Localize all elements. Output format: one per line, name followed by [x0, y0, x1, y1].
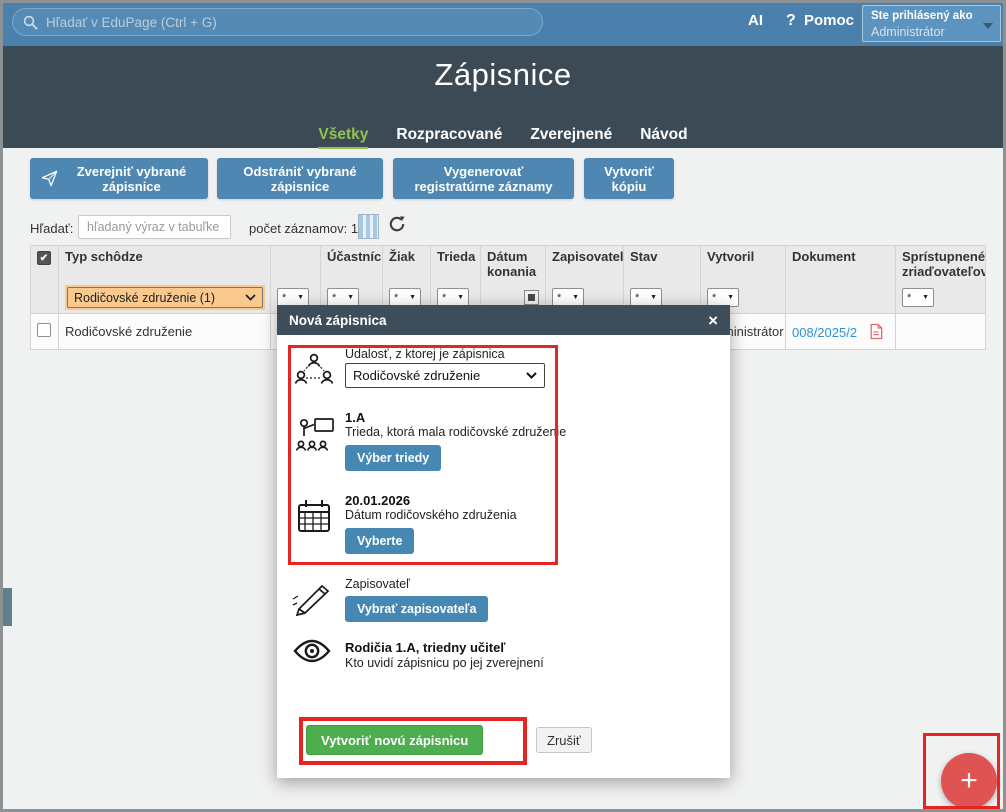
page-title: Zápisnice: [0, 57, 1006, 93]
tab-vsetky[interactable]: Všetky: [318, 126, 368, 149]
meeting-people-icon: [293, 349, 335, 391]
publish-selected-button[interactable]: Zverejniť vybrané zápisnice: [30, 158, 208, 199]
row-checkbox[interactable]: [37, 323, 51, 337]
event-select-value: Rodičovské združenie: [353, 368, 480, 383]
side-drawer-handle[interactable]: [3, 588, 12, 626]
visibility-label: Kto uvidí zápisnicu po jej zverejnení: [345, 656, 544, 670]
type-filter-value: Rodičovské združenie (1): [74, 291, 215, 305]
edupage-window: AI ? Pomoc Ste prihlásený ako Administrá…: [0, 0, 1006, 812]
paper-plane-icon: [40, 169, 59, 188]
pdf-icon[interactable]: [869, 323, 883, 340]
generate-registry-button[interactable]: Vygenerovať registratúrne záznamy: [393, 158, 574, 199]
modal-title: Nová zápisnica: [289, 313, 387, 328]
col-ziak: Žiak: [383, 246, 431, 283]
tab-rozpracovane[interactable]: Rozpracované: [396, 126, 502, 149]
date-value: 20.01.2026: [345, 493, 410, 508]
account-label: Ste prihlásený ako: [871, 9, 982, 24]
tab-bar: Všetky Rozpracované Zverejnené Návod: [0, 126, 1006, 149]
create-copy-button[interactable]: Vytvoriť kópiu: [584, 158, 674, 199]
col-zapisovatelia: Zapisovatelia: [546, 246, 624, 283]
tab-navod[interactable]: Návod: [640, 126, 687, 149]
scribe-label: Zapisovateľ: [345, 577, 410, 591]
help-icon[interactable]: ?: [786, 12, 796, 30]
type-filter-select[interactable]: Rodičovské združenie (1): [67, 287, 263, 308]
classroom-icon: [293, 415, 337, 457]
event-select[interactable]: Rodičovské združenie: [345, 363, 545, 388]
table-search-label: Hľadať:: [30, 221, 73, 236]
chevron-down-icon: [983, 23, 993, 29]
filter-select-spristupnene[interactable]: *▼: [902, 288, 934, 307]
publish-selected-label: Zverejniť vybrané zápisnice: [65, 164, 198, 194]
col-vytvoril: Vytvoril: [701, 246, 786, 283]
top-bar: AI ? Pomoc Ste prihlásený ako Administrá…: [0, 0, 1006, 46]
account-menu[interactable]: Ste prihlásený ako Administrátor: [862, 5, 1001, 42]
page-header: Zápisnice Všetky Rozpracované Zverejnené…: [0, 46, 1006, 148]
account-user: Administrátor: [871, 24, 982, 40]
class-select-button[interactable]: Výber triedy: [345, 445, 441, 471]
event-label: Udalosť, z ktorej je zápisnica: [345, 347, 505, 361]
plus-icon: +: [960, 764, 978, 798]
eye-icon: [293, 637, 331, 665]
select-all-checkbox[interactable]: ✔: [37, 251, 51, 265]
columns-icon[interactable]: [358, 214, 379, 239]
modal-header: Nová zápisnica ×: [277, 305, 730, 335]
col-datum-konania: Dátum konania: [481, 246, 546, 283]
col-spristupnene: Sprístupnené zriaďovateľovi: [896, 246, 986, 283]
cancel-button[interactable]: Zrušiť: [536, 727, 592, 753]
global-search[interactable]: [12, 8, 543, 36]
col-ucastnici: Účastníci: [321, 246, 383, 283]
class-label: Trieda, ktorá mala rodičovské združenie: [345, 425, 566, 439]
delete-selected-button[interactable]: Odstrániť vybrané zápisnice: [217, 158, 383, 199]
date-select-button[interactable]: Vyberte: [345, 528, 414, 554]
col-trieda: Trieda: [431, 246, 481, 283]
pen-icon: [291, 583, 333, 617]
col-dokument: Dokument: [786, 246, 896, 283]
table-header-row: ✔ Typ schôdze Účastníci Žiak Trieda Dátu…: [31, 246, 986, 283]
row-type: Rodičovské združenie: [59, 314, 271, 350]
type-filter-highlight: Rodičovské združenie (1): [65, 285, 265, 310]
add-button[interactable]: +: [941, 753, 997, 809]
close-icon[interactable]: ×: [708, 312, 718, 329]
record-count: počet záznamov: 1: [249, 221, 358, 236]
date-filter-icon[interactable]: [524, 290, 539, 305]
col-empty: [271, 246, 321, 283]
col-typ-schodze: Typ schôdze: [59, 246, 271, 283]
class-value: 1.A: [345, 410, 365, 425]
document-link[interactable]: 008/2025/2: [792, 325, 857, 340]
visibility-value: Rodičia 1.A, triedny učiteľ: [345, 640, 505, 655]
search-icon: [23, 15, 38, 30]
ai-button[interactable]: AI: [748, 12, 763, 29]
scribe-select-button[interactable]: Vybrať zapisovateľa: [345, 596, 488, 622]
help-button[interactable]: Pomoc: [804, 12, 854, 29]
new-zapisnica-modal: Nová zápisnica × Udalosť, z ktorej je zá…: [277, 305, 730, 778]
refresh-icon[interactable]: [388, 215, 406, 233]
global-search-input[interactable]: [46, 15, 532, 30]
date-label: Dátum rodičovského združenia: [345, 508, 517, 522]
calendar-icon: [295, 497, 333, 537]
table-search-input[interactable]: [78, 215, 231, 239]
dropdown-caret-icon: [245, 294, 256, 301]
col-stav: Stav: [624, 246, 701, 283]
tab-zverejnene[interactable]: Zverejnené: [530, 126, 612, 149]
create-zapisnica-button[interactable]: Vytvoriť novú zápisnicu: [306, 725, 483, 755]
dropdown-caret-icon: [526, 372, 537, 379]
